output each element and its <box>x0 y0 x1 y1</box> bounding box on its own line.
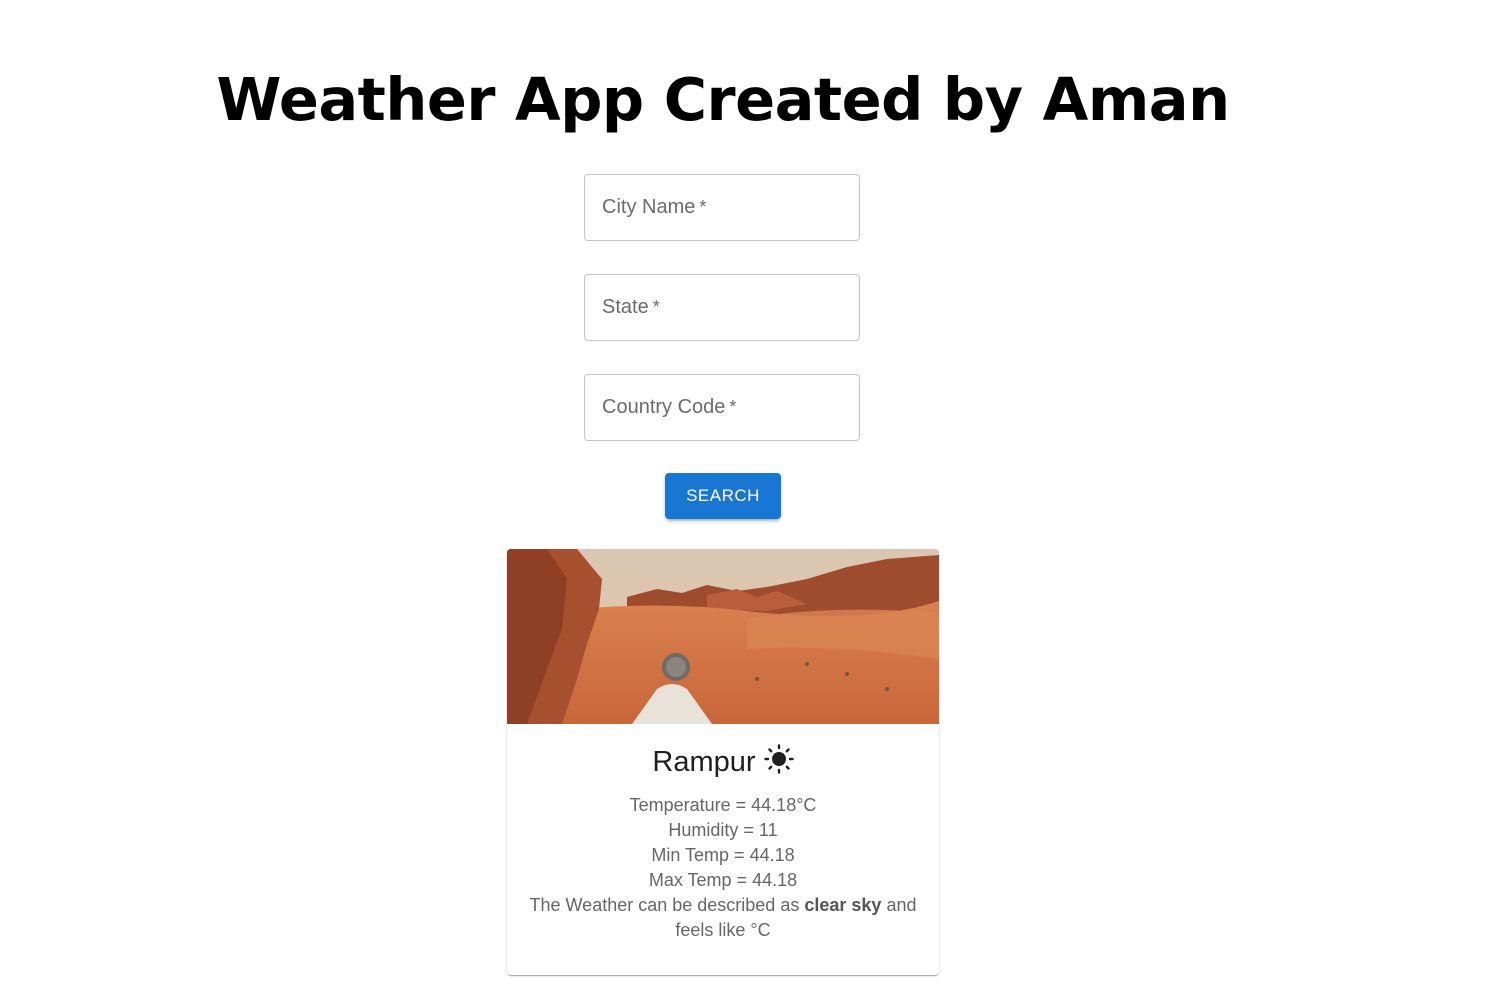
description-value: clear sky <box>804 895 882 915</box>
state-input[interactable] <box>585 275 859 340</box>
search-button[interactable]: SEARCH <box>665 473 781 519</box>
state-field[interactable]: State * <box>584 274 860 341</box>
min-temp-text: Min Temp = 44.18 <box>651 845 795 865</box>
humidity-text: Humidity = 11 <box>668 820 778 840</box>
city-name-input[interactable] <box>585 175 859 240</box>
weather-details: Temperature = 44.18°C Humidity = 11 Min … <box>523 793 923 943</box>
city-title: Rampur <box>507 742 939 782</box>
sun-icon <box>763 744 794 774</box>
city-name: Rampur <box>652 746 756 778</box>
weather-card: Rampur Temperature = 44.18°C Humidity = … <box>507 549 939 975</box>
city-name-field[interactable]: City Name * <box>584 174 860 241</box>
temperature-text: Temperature = 44.18°C <box>629 795 817 815</box>
country-code-field[interactable]: Country Code * <box>584 374 860 441</box>
page-title: Weather App Created by Aman <box>216 65 1230 134</box>
weather-description: The Weather can be described as clear sk… <box>523 893 923 943</box>
desert-landscape-image <box>507 549 939 724</box>
country-code-input[interactable] <box>585 375 859 440</box>
description-prefix: The Weather can be described as <box>529 895 800 915</box>
max-temp-text: Max Temp = 44.18 <box>648 870 798 890</box>
